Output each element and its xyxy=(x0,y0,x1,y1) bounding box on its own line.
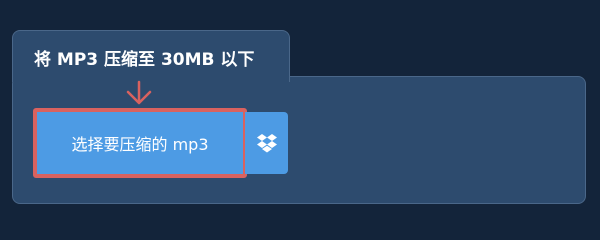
dropbox-button[interactable] xyxy=(245,112,288,174)
dropbox-icon xyxy=(256,134,277,153)
panel-title: 将 MP3 压缩至 30MB 以下 xyxy=(34,50,255,70)
select-file-button[interactable]: 选择要压缩的 mp3 xyxy=(33,108,247,178)
select-file-label: 选择要压缩的 mp3 xyxy=(71,135,209,154)
arrow-down-icon xyxy=(126,80,152,105)
